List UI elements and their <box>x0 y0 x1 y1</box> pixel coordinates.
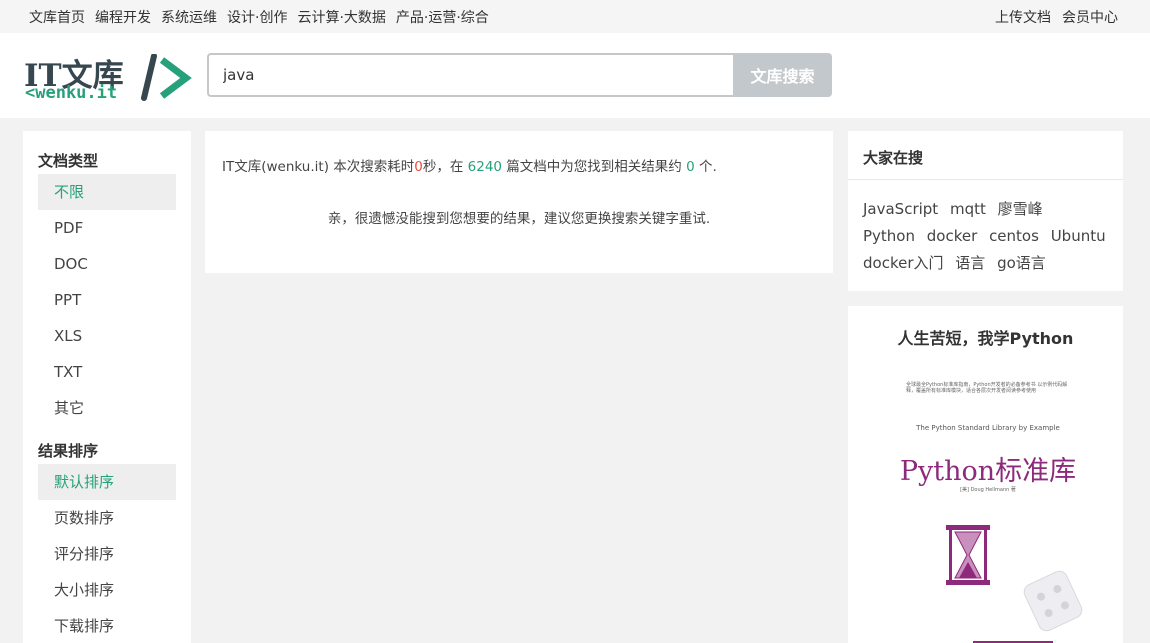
hot-tag[interactable]: docker <box>927 227 978 245</box>
doc-type-ppt[interactable]: PPT <box>38 282 176 318</box>
top-nav-left: 文库首页 编程开发 系统运维 设计·创作 云计算·大数据 产品·运营·综合 <box>29 7 489 27</box>
found-count: 0 <box>686 159 695 175</box>
nav-link-product[interactable]: 产品·运营·综合 <box>396 7 489 27</box>
total-docs-count: 6240 <box>467 159 502 175</box>
search-input[interactable] <box>207 53 733 97</box>
hot-tag[interactable]: 语言 <box>955 254 985 272</box>
filter-sidebar: 文档类型 不限 PDF DOC PPT XLS TXT 其它 结果排序 默认排序… <box>23 131 191 643</box>
search-button[interactable]: 文库搜索 <box>733 53 832 97</box>
doc-type-any[interactable]: 不限 <box>38 174 176 210</box>
sort-heading: 结果排序 <box>38 442 99 460</box>
cover-author: [美] Doug Hellmann 著 <box>960 487 1016 493</box>
sort-downloads[interactable]: 下载排序 <box>38 608 176 643</box>
logo-slash-chevron-icon <box>141 54 192 101</box>
no-results-message: 亲，很遗憾没能搜到您想要的结果，建议您更换搜索关键字重试. <box>327 211 711 227</box>
cover-series: The Python Standard Library by Example <box>916 424 1060 432</box>
member-center-link[interactable]: 会员中心 <box>1062 7 1118 27</box>
hot-tag[interactable]: JavaScript <box>863 200 938 218</box>
summary-suffix: 个. <box>698 159 717 175</box>
sort-pages[interactable]: 页数排序 <box>38 500 176 536</box>
cover-blurb: 全球最全Python标准库指南，Python开发者的必备参考书 以示例代码解释，… <box>906 382 1068 394</box>
hot-searches-title: 大家在搜 <box>848 131 1123 180</box>
hot-tag[interactable]: mqtt <box>950 200 986 218</box>
seal-stamp-icon <box>1023 570 1083 632</box>
top-nav-right: 上传文档 会员中心 <box>995 7 1118 27</box>
nav-link-design[interactable]: 设计·创作 <box>227 7 287 27</box>
hourglass-icon <box>946 525 990 585</box>
summary-mid1: 秒，在 <box>422 159 464 175</box>
sort-rating[interactable]: 评分排序 <box>38 536 176 572</box>
book-cover[interactable]: 全球最全Python标准库指南，Python开发者的必备参考书 以示例代码解释，… <box>888 376 1088 643</box>
doc-type-txt[interactable]: TXT <box>38 354 176 390</box>
search-time: 0 <box>414 159 423 175</box>
hot-search-tags: JavaScript mqtt 廖雪峰 Python docker centos… <box>848 180 1123 277</box>
nav-link-home[interactable]: 文库首页 <box>29 7 85 27</box>
search-summary: IT文库(wenku.it) 本次搜索耗时0秒，在 6240 篇文档中为您找到相… <box>222 155 717 175</box>
book-promo-panel: 人生苦短，我学Python 全球最全Python标准库指南，Python开发者的… <box>848 306 1123 643</box>
summary-prefix: IT文库(wenku.it) 本次搜索耗时 <box>222 159 415 175</box>
doc-type-doc[interactable]: DOC <box>38 246 176 282</box>
hot-tag[interactable]: Python <box>863 227 915 245</box>
hot-tag[interactable]: 廖雪峰 <box>998 200 1043 218</box>
sort-default[interactable]: 默认排序 <box>38 464 176 500</box>
hot-tag[interactable]: Ubuntu <box>1051 227 1106 245</box>
nav-link-ops[interactable]: 系统运维 <box>161 7 217 27</box>
hot-searches-panel: 大家在搜 JavaScript mqtt 廖雪峰 Python docker c… <box>848 131 1123 291</box>
hot-tag[interactable]: centos <box>989 227 1039 245</box>
hot-tag[interactable]: docker入门 <box>863 254 944 272</box>
cover-bottom-bar-icon <box>973 641 1053 643</box>
sort-size[interactable]: 大小排序 <box>38 572 176 608</box>
summary-mid2: 篇文档中为您找到相关结果约 <box>506 159 682 175</box>
cover-title: Python标准库 <box>899 456 1077 487</box>
top-navigation: 文库首页 编程开发 系统运维 设计·创作 云计算·大数据 产品·运营·综合 上传… <box>0 0 1150 33</box>
nav-link-cloud[interactable]: 云计算·大数据 <box>297 7 385 27</box>
header: IT文库 <wenku.it 文库搜索 <box>0 33 1150 118</box>
site-logo[interactable]: IT文库 <wenku.it <box>22 50 197 104</box>
doc-type-pdf[interactable]: PDF <box>38 210 176 246</box>
doc-type-xls[interactable]: XLS <box>38 318 176 354</box>
doc-type-heading: 文档类型 <box>38 152 99 170</box>
logo-sub-text: <wenku.it <box>25 83 118 103</box>
search-results-panel: IT文库(wenku.it) 本次搜索耗时0秒，在 6240 篇文档中为您找到相… <box>205 131 833 273</box>
hot-tag[interactable]: go语言 <box>997 254 1046 272</box>
nav-link-programming[interactable]: 编程开发 <box>95 7 151 27</box>
doc-type-other[interactable]: 其它 <box>38 390 176 426</box>
upload-doc-link[interactable]: 上传文档 <box>995 7 1051 27</box>
book-promo-heading: 人生苦短，我学Python <box>897 329 1074 348</box>
